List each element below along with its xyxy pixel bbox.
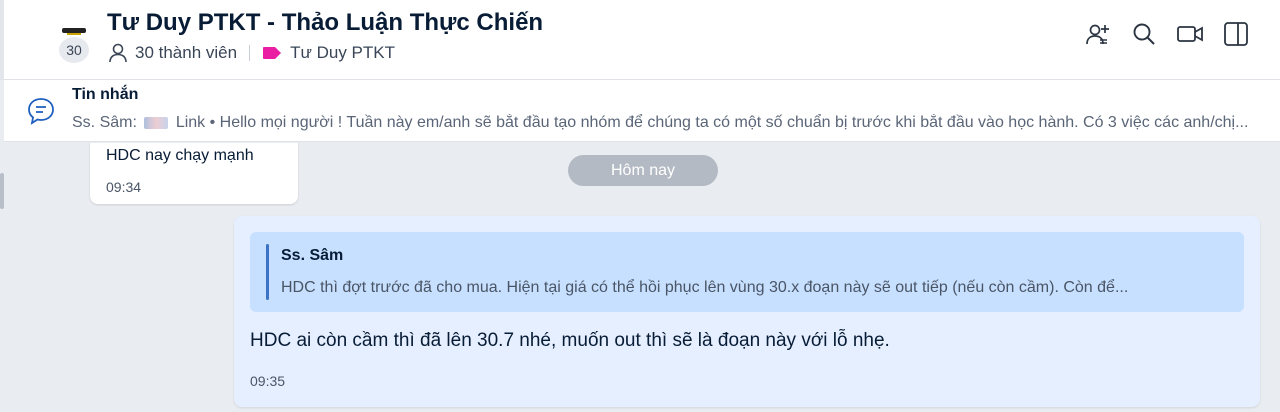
pinned-title: Tin nhắn — [72, 86, 139, 103]
add-member-icon[interactable] — [1084, 20, 1112, 48]
group-title[interactable]: Tư Duy PTKT - Thảo Luận Thực Chiến — [107, 9, 543, 37]
graduation-cap-icon — [62, 28, 86, 35]
group-avatar[interactable]: 30 — [54, 24, 94, 64]
group-subline: 30 thành viên Tư Duy PTKT — [107, 42, 395, 64]
message-text: HDC ai còn cầm thì đã lên 30.7 nhé, muốn… — [250, 330, 890, 351]
message-list[interactable]: HDC nay chạy mạnh 09:34 Hôm nay Ss. Sâm … — [0, 143, 1280, 412]
message-time: 09:35 — [250, 373, 286, 389]
tag-label[interactable]: Tư Duy PTKT — [290, 43, 395, 63]
chat-header: 30 Tư Duy PTKT - Thảo Luận Thực Chiến 30… — [0, 0, 1280, 80]
quote-author: Ss. Sâm — [281, 247, 344, 264]
message-text: HDC nay chạy mạnh — [106, 147, 254, 164]
pinned-text: Link • Hello mọi người ! Tuần này em/anh… — [175, 114, 1249, 131]
message-time: 09:34 — [106, 179, 142, 195]
search-icon[interactable] — [1130, 20, 1158, 48]
chat-bubble-icon — [28, 98, 54, 125]
quote-bar — [266, 244, 269, 300]
message-bubble-self[interactable]: Ss. Sâm HDC thì đợt trước đã cho mua. Hi… — [234, 216, 1260, 407]
pinned-message-bar[interactable]: Tin nhắn Ss. Sâm: Link • Hello mọi người… — [4, 80, 1280, 142]
pinned-sender: Ss. Sâm: — [72, 114, 137, 131]
link-thumbnail-icon — [144, 116, 169, 129]
quoted-message[interactable]: Ss. Sâm HDC thì đợt trước đã cho mua. Hi… — [250, 232, 1244, 312]
message-bubble[interactable]: HDC nay chạy mạnh 09:34 — [90, 143, 298, 204]
pinned-preview: Ss. Sâm: Link • Hello mọi người ! Tuần n… — [72, 114, 1257, 132]
avatar-member-count: 30 — [59, 37, 89, 63]
quote-text: HDC thì đợt trước đã cho mua. Hiện tại g… — [281, 279, 1129, 296]
date-divider: Hôm nay — [568, 155, 718, 186]
video-call-icon[interactable] — [1176, 20, 1204, 48]
scroll-handle[interactable] — [0, 173, 4, 209]
sidebar-toggle-icon[interactable] — [1222, 20, 1250, 48]
divider — [249, 45, 251, 61]
member-icon — [109, 43, 127, 63]
tag-icon — [263, 47, 282, 59]
header-actions — [1084, 20, 1250, 48]
member-count-label[interactable]: 30 thành viên — [135, 43, 237, 63]
